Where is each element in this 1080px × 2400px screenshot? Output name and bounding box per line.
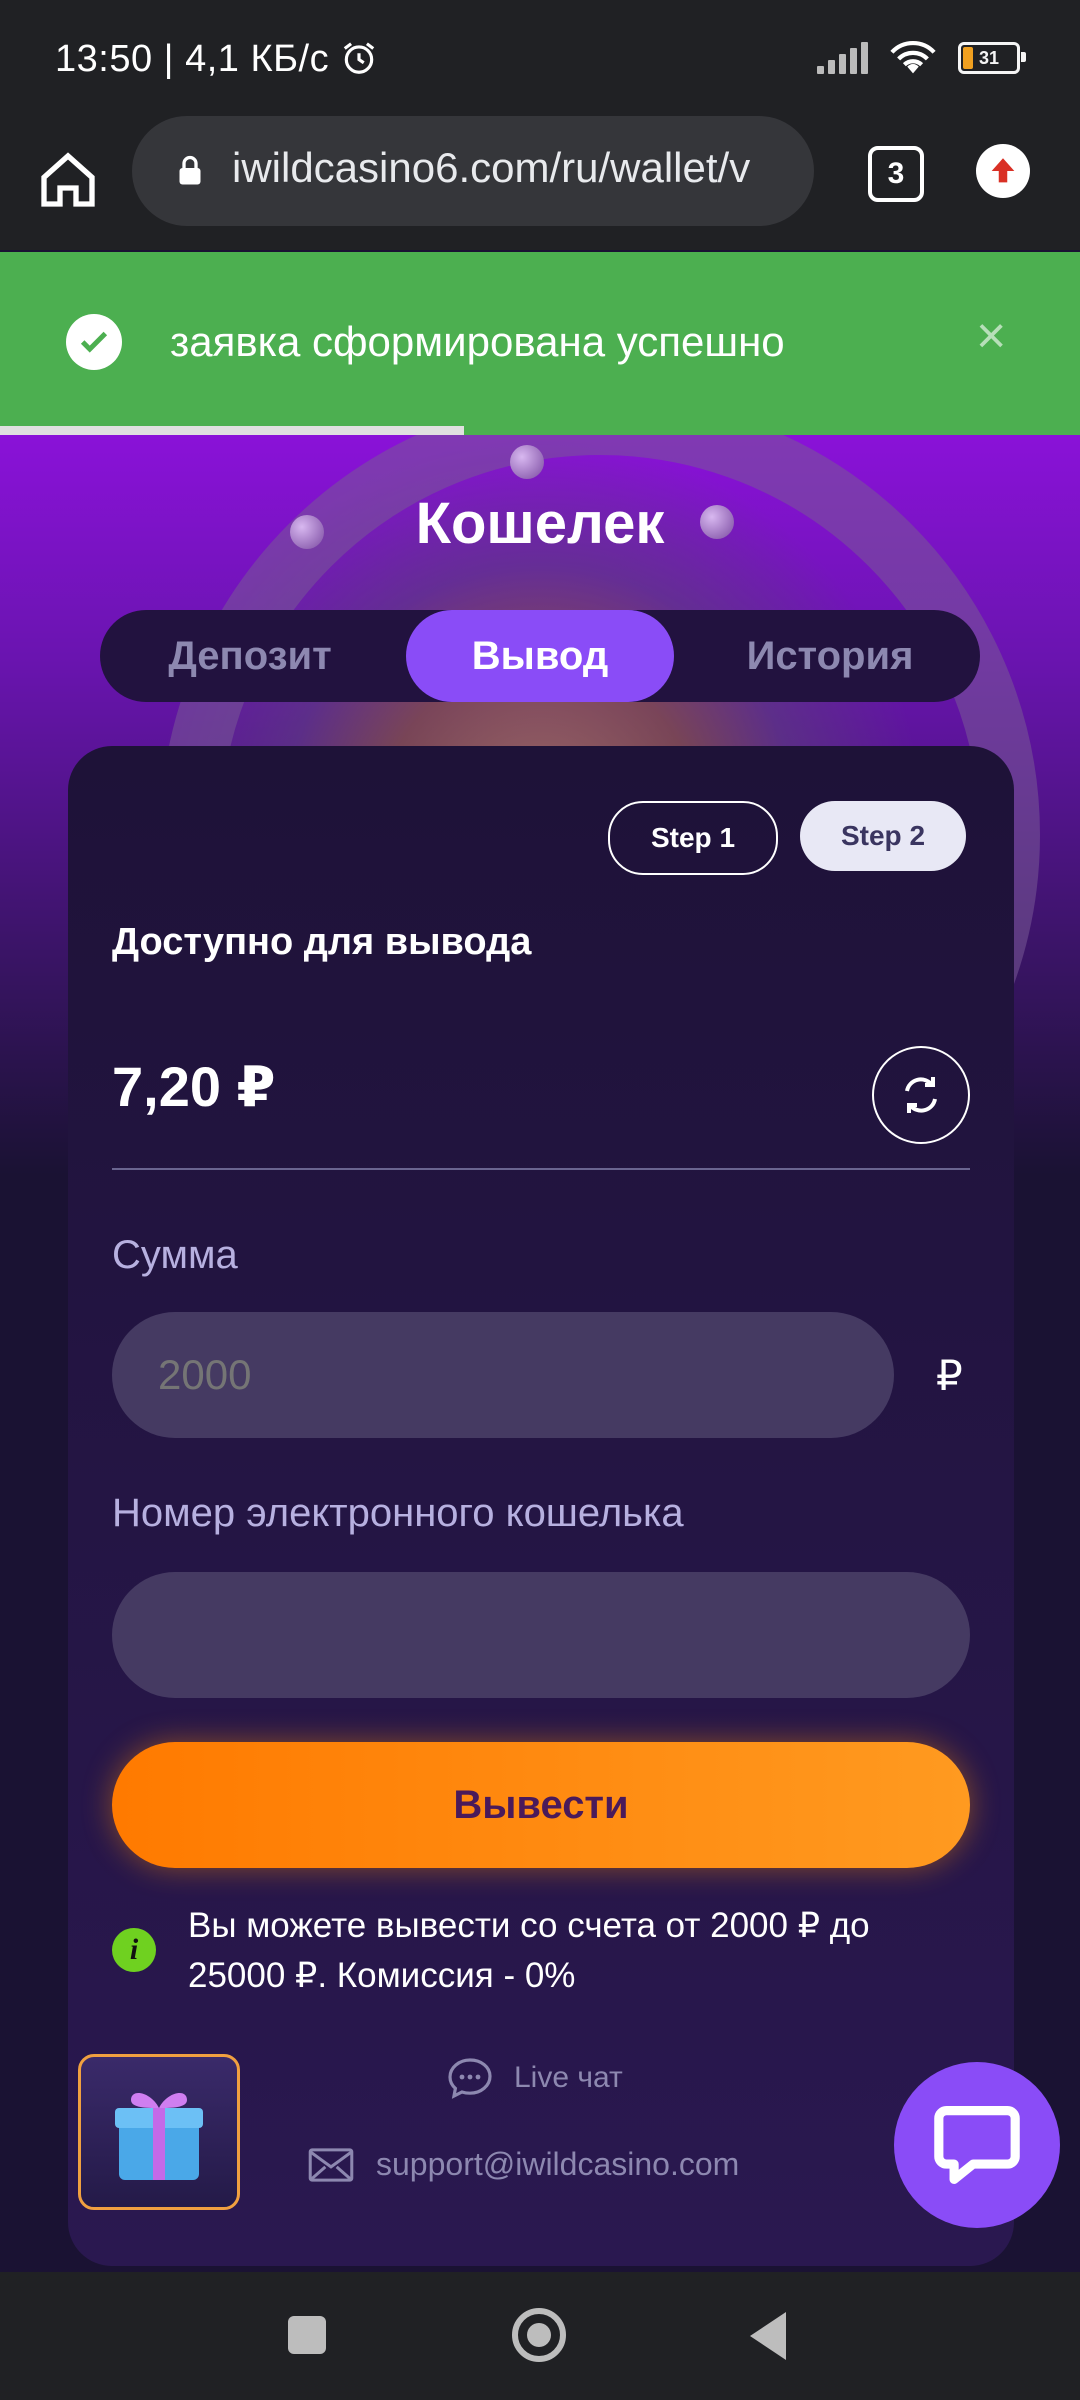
system-nav-bar [0,2272,1080,2400]
gift-button[interactable] [78,2054,240,2210]
page-title: Кошелек [415,491,665,556]
tab-history[interactable]: История [680,610,980,702]
withdraw-card: Step 1 Step 2 Доступно для вывода 7,20 ₽… [68,746,1014,2266]
alarm-icon [343,42,375,74]
update-button[interactable] [976,144,1030,198]
status-time-text: 13:50 | 4,1 КБ/с [55,38,330,80]
mail-icon [308,2147,354,2182]
status-time: 13:50 | 4,1 КБ/с [55,38,378,81]
address-bar[interactable]: iwildcasino6.com/ru/wallet/v [132,116,814,226]
refresh-button[interactable] [872,1046,970,1144]
tab-deposit[interactable]: Депозит [100,610,400,702]
live-chat-link[interactable]: Live чат [446,2056,623,2100]
tab-switcher-button[interactable]: 3 [868,146,924,202]
url-text[interactable]: iwildcasino6.com/ru/wallet/v [232,144,802,192]
live-chat-label[interactable]: Live чат [514,2061,623,2095]
gift-icon [115,2093,203,2180]
step-2-button[interactable]: Step 2 [800,801,966,871]
close-icon[interactable]: × [976,306,1006,366]
status-icons: 31 [817,40,1026,76]
sum-input[interactable] [112,1312,894,1438]
chat-icon [934,2106,1020,2184]
signal-icon [817,42,868,74]
support-email-link[interactable]: support@iwildcasino.com [308,2146,739,2183]
status-bar: 13:50 | 4,1 КБ/с 31 [0,0,1080,118]
support-chat-button[interactable] [894,2062,1060,2228]
currency-symbol: ₽ [936,1352,963,1399]
refresh-icon [905,1077,937,1113]
home-nav-icon[interactable] [512,2308,566,2362]
recents-icon[interactable] [288,2316,326,2354]
wallet-tabs: Депозит Вывод История [100,610,980,702]
withdraw-button[interactable]: Вывести [112,1742,970,1868]
wifi-icon [890,41,936,74]
chat-bubble-icon [448,2058,492,2099]
support-email[interactable]: support@iwildcasino.com [376,2146,739,2183]
back-icon[interactable] [750,2312,786,2360]
tab-withdraw[interactable]: Вывод [406,610,674,702]
battery-level: 31 [978,47,1000,68]
success-notification: заявка сформирована успешно × [0,252,1080,438]
wallet-number-input[interactable] [112,1572,970,1698]
withdraw-info-text: Вы можете вывести со счета от 2000 ₽ до … [188,1906,870,1995]
notification-text: заявка сформирована успешно [170,318,785,365]
divider [112,1168,970,1170]
browser-toolbar: iwildcasino6.com/ru/wallet/v 3 [0,116,1080,250]
vault-rivet [510,445,544,479]
balance-value: 7,20 ₽ [112,1055,276,1118]
wallet-number-label: Номер электронного кошелька [112,1491,684,1535]
battery-icon: 31 [958,42,1026,74]
arrow-up-icon [991,158,1015,183]
sum-label: Сумма [112,1233,238,1277]
available-label: Доступно для вывода [112,921,532,963]
info-icon: i [112,1928,156,1972]
lock-icon [179,155,201,185]
step-1-button[interactable]: Step 1 [608,801,778,875]
check-icon [66,314,122,370]
home-icon[interactable] [36,148,100,212]
